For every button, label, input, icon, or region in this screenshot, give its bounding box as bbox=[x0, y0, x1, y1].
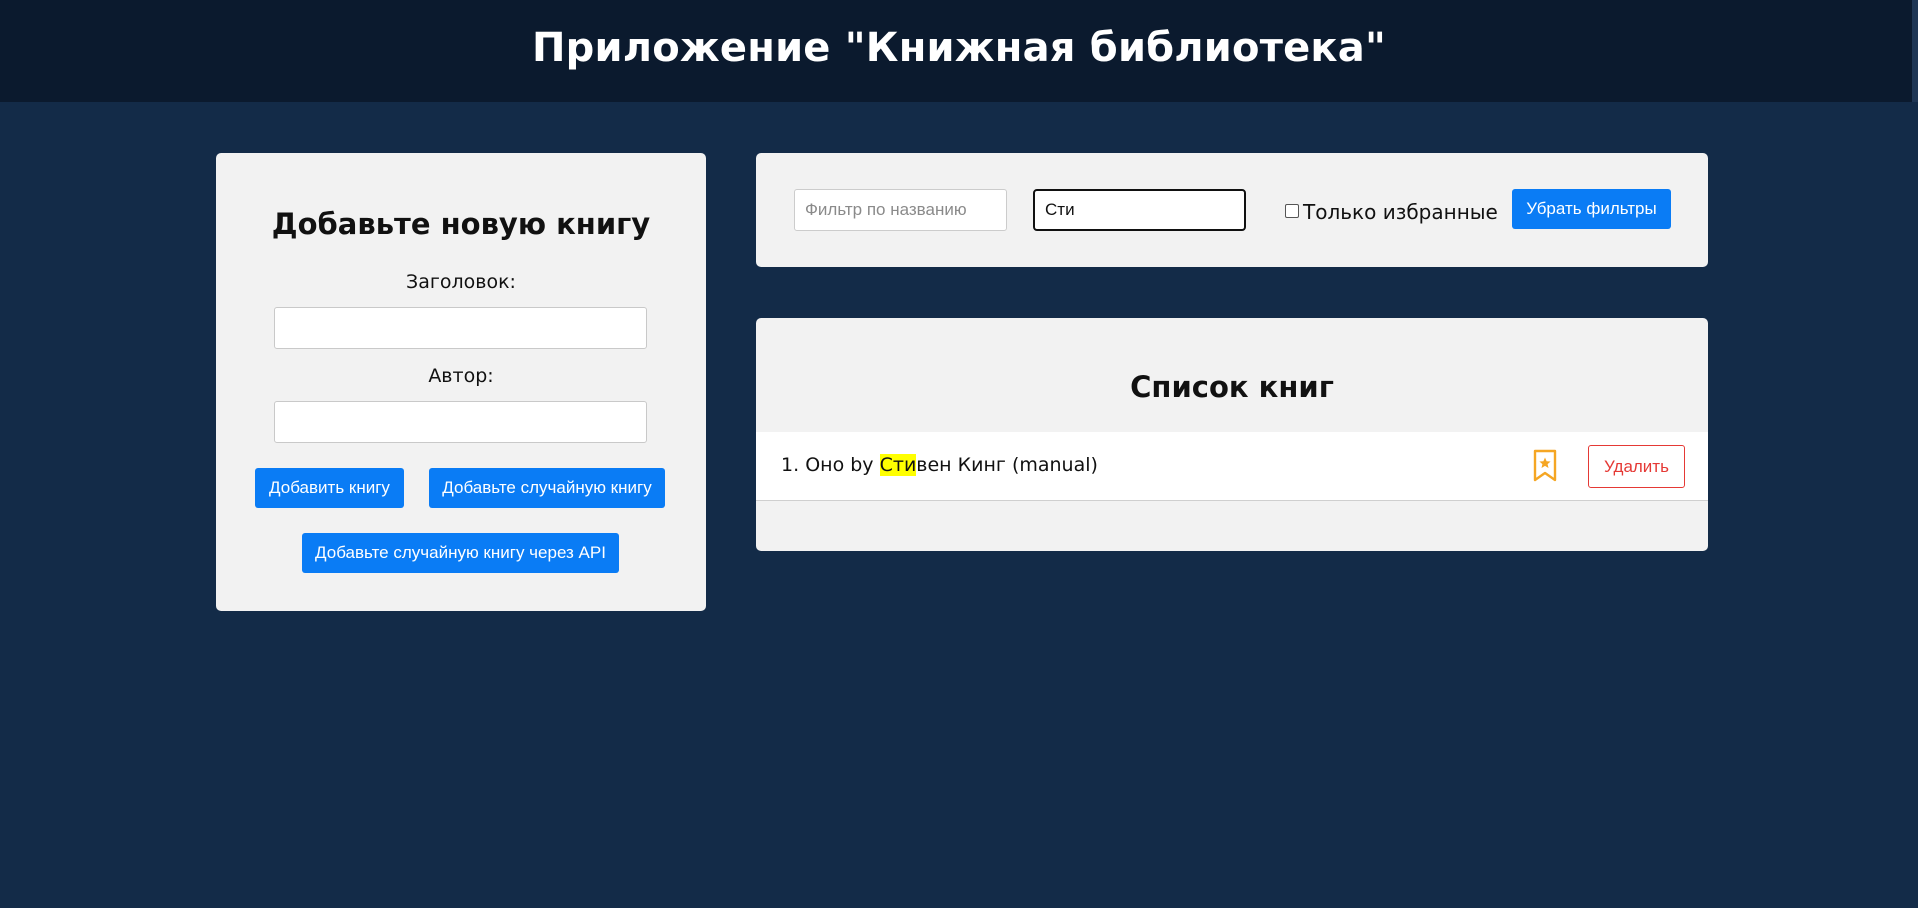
app-header: Приложение "Книжная библиотека" bbox=[0, 0, 1918, 102]
scrollbar-edge bbox=[1912, 0, 1918, 102]
app-title: Приложение "Книжная библиотека" bbox=[532, 25, 1386, 71]
delete-book-button[interactable]: Удалить bbox=[1588, 445, 1685, 488]
author-filter-input[interactable] bbox=[1033, 189, 1246, 231]
author-search-highlight: Сти bbox=[879, 454, 917, 476]
author-input[interactable] bbox=[274, 401, 647, 443]
title-filter-input[interactable] bbox=[794, 189, 1007, 231]
title-input[interactable] bbox=[274, 307, 647, 349]
book-list-heading: Список книг bbox=[1130, 370, 1334, 404]
author-label: Автор: bbox=[428, 365, 494, 387]
book-source: (manual) bbox=[1011, 454, 1098, 476]
add-random-book-button[interactable]: Добавьте случайную книгу bbox=[429, 468, 665, 508]
favorites-only-checkbox[interactable] bbox=[1285, 204, 1299, 218]
favorites-only-toggle[interactable]: Только избранные bbox=[1285, 200, 1498, 224]
title-label: Заголовок: bbox=[406, 271, 516, 293]
add-random-book-api-button[interactable]: Добавьте случайную книгу через API bbox=[302, 533, 619, 573]
book-author: Стивен Кинг bbox=[879, 454, 1006, 476]
add-book-panel: Добавьте новую книгу Заголовок: Автор: Д… bbox=[216, 153, 706, 611]
reset-filters-button[interactable]: Убрать фильтры bbox=[1512, 189, 1671, 229]
bookmark-star-icon[interactable] bbox=[1531, 449, 1559, 483]
book-by: by bbox=[850, 454, 874, 476]
add-book-heading: Добавьте новую книгу bbox=[271, 207, 651, 241]
book-entry-text: 1. Оно by Стивен Кинг (manual) bbox=[781, 454, 1098, 476]
book-list-item: 1. Оно by Стивен Кинг (manual) Удалить bbox=[756, 432, 1708, 501]
book-title: Оно bbox=[805, 454, 845, 476]
filter-panel: Только избранные Убрать фильтры bbox=[756, 153, 1708, 267]
book-index: 1. bbox=[781, 454, 800, 476]
book-list-panel: Список книг 1. Оно by Стивен Кинг (manua… bbox=[756, 318, 1708, 551]
add-book-button[interactable]: Добавить книгу bbox=[255, 468, 404, 508]
author-rest: вен Кинг bbox=[916, 454, 1006, 476]
favorites-only-label: Только избранные bbox=[1303, 200, 1498, 224]
